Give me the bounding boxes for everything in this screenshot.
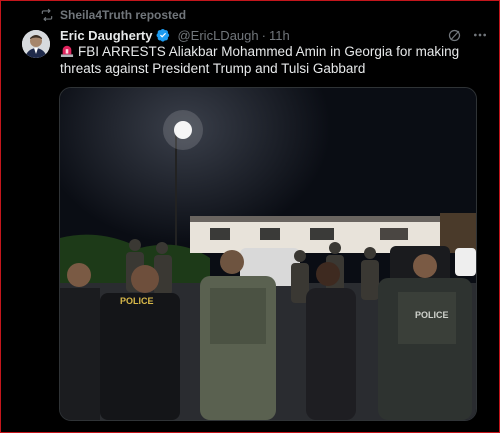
meta-separator: · — [261, 27, 266, 43]
repost-icon — [41, 8, 53, 22]
post-body: FBI ARRESTS Aliakbar Mohammed Amin in Ge… — [60, 44, 460, 76]
vest-label-left: POLICE — [120, 296, 154, 306]
repost-indicator[interactable]: Sheila4Truth reposted — [40, 8, 186, 22]
repost-label: Sheila4Truth reposted — [60, 8, 187, 22]
verified-badge-icon — [157, 28, 170, 42]
author-avatar[interactable] — [22, 30, 50, 58]
post-photo[interactable]: POLICE POLICE — [59, 87, 477, 421]
author-name[interactable]: Eric Daugherty — [60, 28, 152, 43]
grok-icon[interactable] — [446, 27, 462, 43]
author-handle[interactable]: @EricLDaugh — [177, 28, 258, 43]
vest-label-right: POLICE — [415, 310, 449, 320]
siren-icon — [60, 45, 74, 57]
more-options-icon[interactable] — [472, 27, 488, 43]
post-header: Eric Daugherty @EricLDaugh · 11h — [60, 26, 488, 44]
post-text: FBI ARRESTS Aliakbar Mohammed Amin in Ge… — [60, 43, 480, 77]
post-time[interactable]: 11h — [269, 28, 290, 43]
